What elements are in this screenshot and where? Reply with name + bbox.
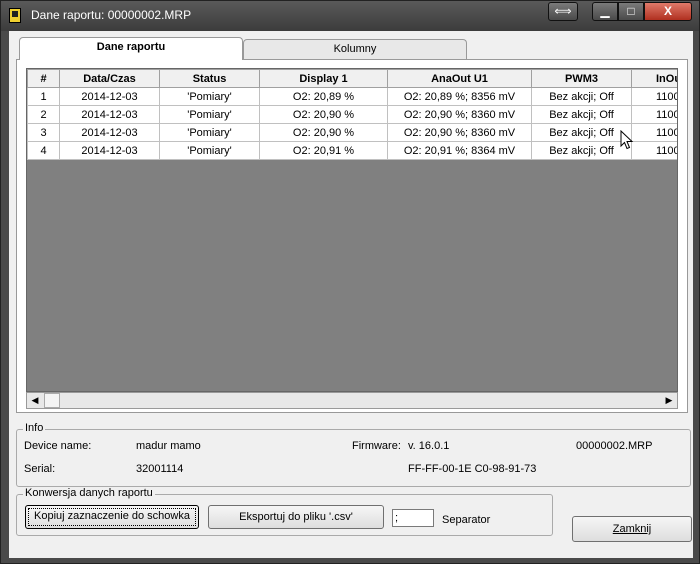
cell[interactable]: 2014-12-03 (59, 141, 160, 160)
cell[interactable]: 4 (27, 141, 60, 160)
cell[interactable]: 2014-12-03 (59, 105, 160, 124)
firmware-value: v. 16.0.1 (408, 440, 450, 452)
cell[interactable]: O2: 20,90 % (259, 105, 388, 124)
cell[interactable]: 'Pomiary' (159, 141, 260, 160)
cell[interactable]: 3 (27, 123, 60, 142)
window-close-button[interactable]: X (644, 2, 692, 21)
cell[interactable]: 11000 (631, 105, 677, 124)
mouse-cursor-icon (620, 130, 634, 150)
cell[interactable]: 11000 (631, 141, 677, 160)
device-name-label: Device name: (24, 440, 92, 452)
cell[interactable]: O2: 20,90 %; 8360 mV (387, 123, 532, 142)
scroll-left-button[interactable]: ◀ (27, 393, 43, 408)
cell[interactable]: O2: 20,91 %; 8364 mV (387, 141, 532, 160)
device-name-value: madur mamo (136, 440, 201, 452)
table-row[interactable]: 3 2014-12-03 'Pomiary' O2: 20,90 % O2: 2… (27, 123, 677, 142)
mac-address-value: FF-FF-00-1E C0-98-91-73 (408, 463, 537, 475)
cell[interactable]: Bez akcji; Off (531, 105, 632, 124)
cell[interactable]: O2: 20,91 % (259, 141, 388, 160)
cell[interactable]: Bez akcji; Off (531, 87, 632, 106)
cell[interactable]: 2 (27, 105, 60, 124)
cell[interactable]: 'Pomiary' (159, 105, 260, 124)
cell[interactable]: 1 (27, 87, 60, 106)
table-row[interactable]: 4 2014-12-03 'Pomiary' O2: 20,91 % O2: 2… (27, 141, 677, 160)
scroll-right-button[interactable]: ▶ (661, 393, 677, 408)
info-legend: Info (23, 422, 46, 434)
firmware-label: Firmware: (352, 440, 401, 452)
copy-selection-button[interactable]: Kopiuj zaznaczenie do schowka (25, 505, 199, 529)
cell[interactable]: 'Pomiary' (159, 87, 260, 106)
separator-input[interactable] (392, 509, 434, 527)
serial-value: 32001114 (136, 463, 184, 475)
client-area: Dane raportu Kolumny # Data/Czas Status … (9, 31, 693, 558)
tab-panel: # Data/Czas Status Display 1 AnaOut U1 P… (16, 59, 688, 413)
column-header-status[interactable]: Status (159, 69, 260, 88)
app-icon[interactable] (9, 8, 21, 23)
tab-report-data[interactable]: Dane raportu (19, 37, 243, 60)
title-bar[interactable]: Dane raportu: 00000002.MRP ⟺ ▁ □ X (1, 1, 699, 31)
conversion-legend: Konwersja danych raportu (23, 487, 155, 499)
file-name-value: 00000002.MRP (576, 440, 653, 452)
table-header-row: # Data/Czas Status Display 1 AnaOut U1 P… (27, 69, 677, 88)
report-window: Dane raportu: 00000002.MRP ⟺ ▁ □ X Dane … (0, 0, 700, 564)
tab-columns[interactable]: Kolumny (243, 39, 467, 59)
cell[interactable]: 11000 (631, 123, 677, 142)
maximize-button[interactable]: □ (618, 2, 644, 21)
arrow-right-icon: ▶ (665, 395, 673, 405)
close-button-label: Zamknij (612, 523, 652, 535)
cell[interactable]: 2014-12-03 (59, 87, 160, 106)
cell[interactable]: Bez akcji; Off (531, 141, 632, 160)
table-row[interactable]: 2 2014-12-03 'Pomiary' O2: 20,90 % O2: 2… (27, 105, 677, 124)
cell[interactable]: Bez akcji; Off (531, 123, 632, 142)
horizontal-scrollbar[interactable]: ◀ ▶ (26, 392, 678, 409)
column-header-inout[interactable]: InOut (631, 69, 677, 88)
cell[interactable]: O2: 20,90 % (259, 123, 388, 142)
resize-button[interactable]: ⟺ (548, 2, 578, 21)
cell[interactable]: 11000 (631, 87, 677, 106)
column-header-display1[interactable]: Display 1 (259, 69, 388, 88)
serial-label: Serial: (24, 463, 56, 475)
cell[interactable]: O2: 20,90 %; 8360 mV (387, 105, 532, 124)
export-csv-button[interactable]: Eksportuj do pliku '.csv' (208, 505, 384, 529)
scroll-thumb[interactable] (44, 393, 60, 408)
column-header-anaout-u1[interactable]: AnaOut U1 (387, 69, 532, 88)
cell[interactable]: 'Pomiary' (159, 123, 260, 142)
data-table: # Data/Czas Status Display 1 AnaOut U1 P… (27, 69, 677, 160)
column-header-index[interactable]: # (27, 69, 60, 88)
info-group: Info Device name: madur mamo Firmware: v… (16, 422, 691, 487)
maximize-icon: □ (627, 4, 635, 18)
arrow-left-icon: ◀ (31, 395, 39, 405)
cell[interactable]: O2: 20,89 % (259, 87, 388, 106)
resize-arrows-icon: ⟺ (554, 4, 572, 18)
minimize-button[interactable]: ▁ (592, 2, 618, 21)
separator-label: Separator (442, 514, 491, 526)
cell[interactable]: 2014-12-03 (59, 123, 160, 142)
minimize-icon: ▁ (600, 4, 610, 18)
data-grid[interactable]: # Data/Czas Status Display 1 AnaOut U1 P… (26, 68, 678, 392)
table-row[interactable]: 1 2014-12-03 'Pomiary' O2: 20,89 % O2: 2… (27, 87, 677, 106)
cell[interactable]: O2: 20,89 %; 8356 mV (387, 87, 532, 106)
column-header-datetime[interactable]: Data/Czas (59, 69, 160, 88)
column-header-pwm3[interactable]: PWM3 (531, 69, 632, 88)
window-title: Dane raportu: 00000002.MRP (31, 8, 192, 22)
close-dialog-button[interactable]: Zamknij (572, 516, 692, 542)
close-icon: X (663, 4, 672, 18)
